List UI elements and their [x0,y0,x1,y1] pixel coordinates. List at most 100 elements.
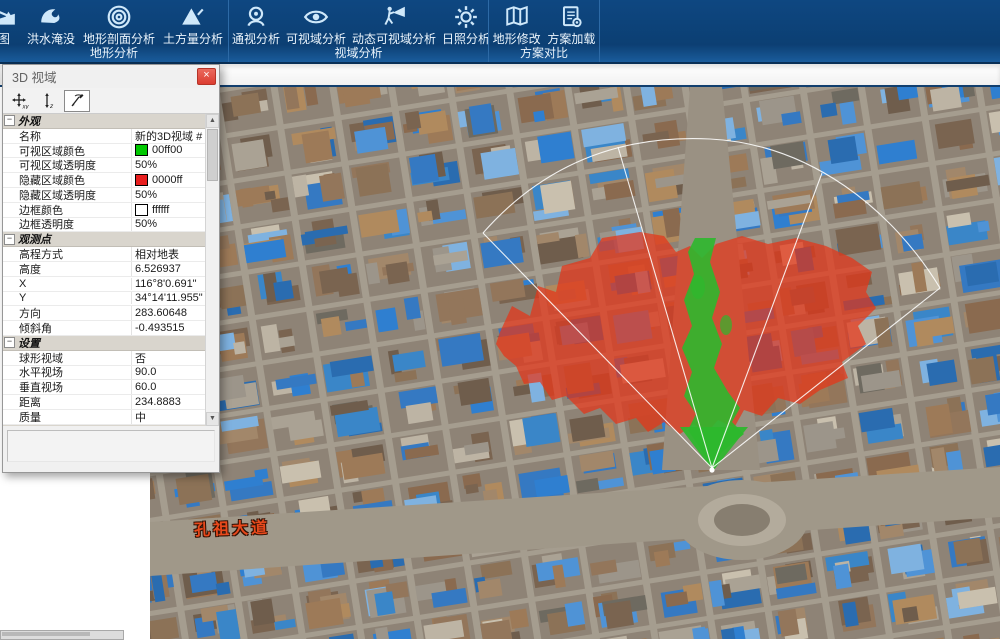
ribbon-group-0: 图 洪水淹没地形剖面分析土方量分析地形分析 [0,0,229,62]
property-row[interactable]: 垂直视场60.0 [3,380,206,395]
property-row[interactable]: 倾斜角-0.493515 [3,321,206,336]
property-value: 否 [132,351,206,366]
move-xy-tool[interactable]: xy [8,91,32,111]
ribbon-button-dynamic-viewshed-walker[interactable]: 动态可视域分析 [349,2,439,46]
collapse-icon[interactable]: − [4,234,15,245]
scroll-up-icon[interactable]: ▲ [206,114,219,128]
property-label: 垂直视场 [16,380,132,395]
satellite-city-render [150,87,1000,639]
property-value: ffffff [132,204,206,216]
ribbon-group-2: 地形修改方案加载方案对比 [489,0,600,62]
observer-point-marker [709,467,714,472]
property-label: 可视区域透明度 [16,158,132,173]
slope-partial-icon [0,2,19,32]
panel-title-bar[interactable]: 3D 视域 × [3,65,219,88]
ribbon-button-slope-partial[interactable]: 图 [0,2,22,46]
color-swatch [135,174,148,186]
panel-toolbar: xyz [3,88,219,114]
ribbon-groups: 图 洪水淹没地形剖面分析土方量分析地形分析通视分析可视域分析动态可视域分析日照分析… [0,0,600,62]
ribbon-button-terrain-edit-map[interactable]: 地形修改 [490,2,544,46]
property-row[interactable]: 可视区域透明度50% [3,158,206,173]
property-value: 中 [132,410,206,425]
ribbon-toolbar: 图 洪水淹没地形剖面分析土方量分析地形分析通视分析可视域分析动态可视域分析日照分析… [0,0,1000,64]
horizontal-scrollbar-thumb[interactable] [2,632,90,636]
property-row[interactable]: 边框透明度50% [3,218,206,233]
property-label: X [16,278,132,290]
property-row[interactable]: 隐藏区域透明度50% [3,188,206,203]
property-value: 00ff00 [132,144,206,156]
color-swatch [135,144,148,156]
road-name-label: 孔祖大道 [194,514,271,541]
profile-rings-icon [104,2,134,32]
ribbon-button-profile-rings[interactable]: 地形剖面分析 [80,2,158,46]
section-row[interactable]: −外观 [3,114,206,129]
property-value: 6.526937 [132,263,206,275]
close-icon[interactable]: × [197,68,216,85]
property-value: 0000ff [132,174,206,186]
property-row[interactable]: 高度6.526937 [3,262,206,277]
pick-direction-tool[interactable] [64,90,90,112]
sunlight-sun-icon [451,2,481,32]
ribbon-button-earthwork-mountain[interactable]: 土方量分析 [160,2,226,46]
ribbon-button-label: 图 [0,33,10,46]
property-label: 高度 [16,262,132,277]
section-row[interactable]: −设置 [3,336,206,351]
property-row[interactable]: 高程方式相对地表 [3,247,206,262]
ribbon-button-viewshed-eye[interactable]: 可视域分析 [283,2,349,46]
ribbon-group-title: 视域分析 [229,46,488,62]
collapse-icon[interactable]: − [4,115,15,126]
section-label: 外观 [16,114,40,129]
property-row[interactable]: 方向283.60648 [3,306,206,321]
property-label: 隐藏区域颜色 [16,173,132,188]
section-label: 设置 [16,336,40,351]
ribbon-button-sunlight-sun[interactable]: 日照分析 [439,2,489,46]
section-row[interactable]: −观测点 [3,232,206,247]
property-row[interactable]: 边框颜色ffffff [3,203,206,218]
property-label: 隐藏区域透明度 [16,188,132,203]
ribbon-button-label: 地形剖面分析 [83,33,155,46]
ribbon-button-label: 日照分析 [442,33,489,46]
property-row[interactable]: X116°8'0.691" [3,277,206,292]
collapse-icon[interactable]: − [4,337,15,348]
dynamic-viewshed-walker-icon [379,2,409,32]
property-value: 283.60648 [132,307,206,319]
property-label: 球形视域 [16,351,132,366]
property-value: 50% [132,218,206,230]
viewshed-3d-panel[interactable]: 3D 视域 × xyz −外观名称新的3D视域 #可视区域颜色00ff00可视区… [2,64,220,473]
property-row[interactable]: 水平视场90.0 [3,366,206,381]
property-row[interactable]: 球形视域否 [3,351,206,366]
ribbon-group-title: 地形分析 [0,46,228,62]
property-row[interactable]: 距离234.8883 [3,395,206,410]
property-row[interactable]: 可视区域颜色00ff00 [3,144,206,159]
property-row[interactable]: 隐藏区域颜色0000ff [3,173,206,188]
property-label: 可视区域颜色 [16,144,132,159]
move-z-tool[interactable]: z [36,91,60,111]
property-value: -0.493515 [132,322,206,334]
scene-3d-view[interactable]: 孔祖大道 [150,87,1000,639]
ribbon-button-label: 动态可视域分析 [352,33,436,46]
vertical-scrollbar-thumb[interactable] [207,129,218,181]
vertical-scrollbar[interactable]: ▲ ▼ [205,114,219,426]
property-value: 34°14'11.955" [132,292,206,304]
sightline-scope-icon [241,2,271,32]
ribbon-button-flood[interactable]: 洪水淹没 [24,2,78,46]
property-row[interactable]: Y34°14'11.955" [3,292,206,307]
section-row[interactable]: +时间轴 [3,425,206,426]
property-value: 90.0 [132,366,206,378]
scroll-down-icon[interactable]: ▼ [206,412,219,426]
color-swatch [135,204,148,216]
ribbon-empty-area [600,0,1000,62]
section-label: 时间轴 [16,425,51,426]
property-label: 名称 [16,129,132,144]
ribbon-group-items: 地形修改方案加载 [489,0,599,46]
property-row[interactable]: 质量中 [3,410,206,425]
ribbon-button-plan-load-doc[interactable]: 方案加载 [544,2,598,46]
property-row[interactable]: 名称新的3D视域 # [3,129,206,144]
property-value: 相对地表 [132,247,206,262]
ribbon-button-sightline-scope[interactable]: 通视分析 [229,2,283,46]
property-value: 50% [132,159,206,171]
property-grid-wrap: −外观名称新的3D视域 #可视区域颜色00ff00可视区域透明度50%隐藏区域颜… [3,114,219,426]
ribbon-button-label: 方案加载 [547,33,595,46]
ribbon-group-title: 方案对比 [489,46,599,62]
property-description-area [7,430,215,462]
